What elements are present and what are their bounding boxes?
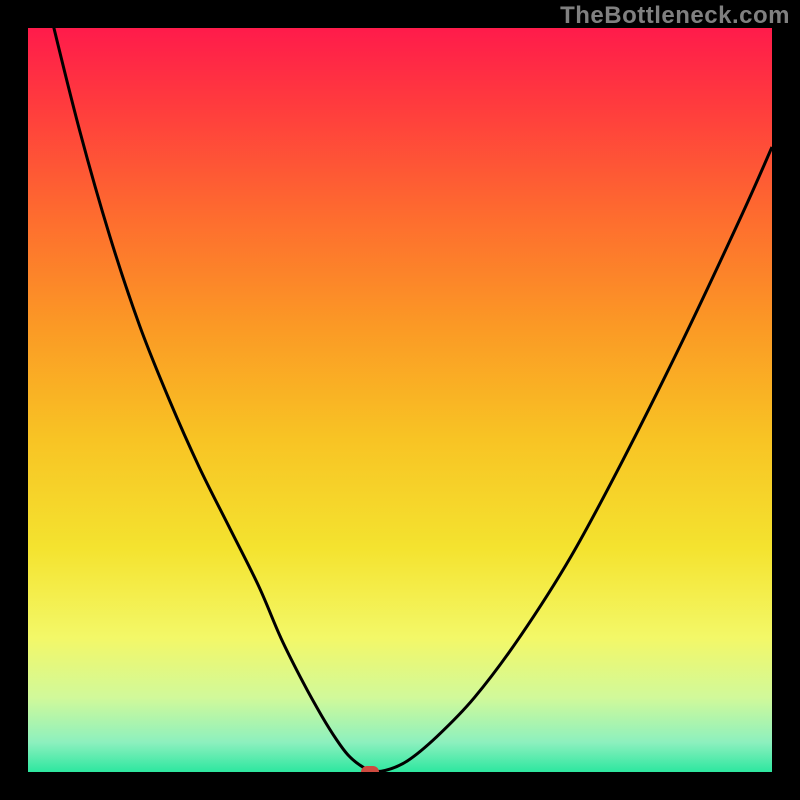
watermark-text: TheBottleneck.com [560,2,790,30]
chart-frame: TheBottleneck.com [0,0,800,800]
plot-svg [28,28,772,772]
gradient-background [28,28,772,772]
minimum-marker [361,766,379,772]
plot-area [28,28,772,772]
